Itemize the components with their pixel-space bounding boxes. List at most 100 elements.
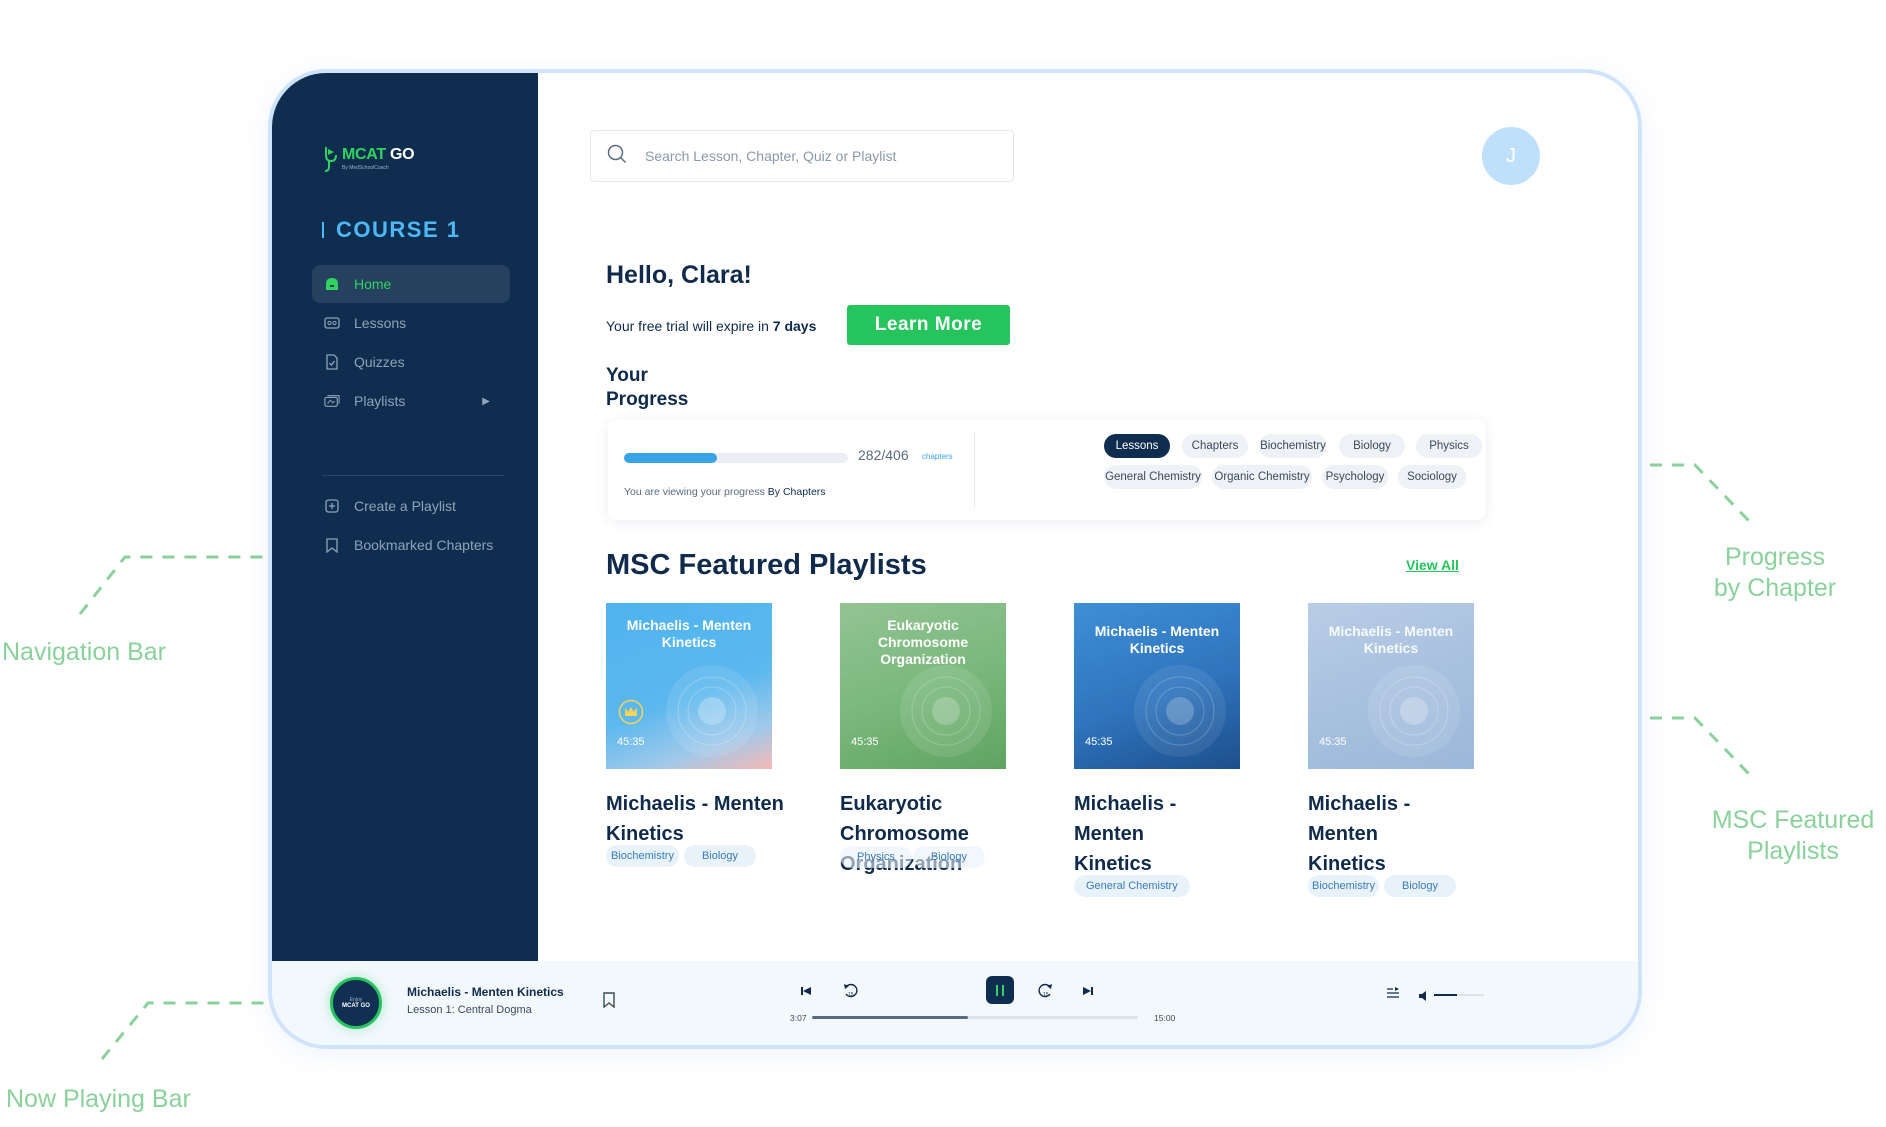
playlist-duration: 45:35 [851, 736, 879, 748]
rewind-seconds: 15 [848, 992, 854, 998]
fast-forward-icon[interactable]: 15 [1036, 981, 1054, 1004]
home-icon [324, 276, 340, 292]
playlist-card[interactable]: Michaelis - Menten Kinetics 45:35 Michae… [1308, 603, 1494, 897]
search-bar [590, 130, 1014, 182]
plus-square-icon [324, 498, 340, 514]
disc-graphic-icon [666, 665, 758, 757]
disc-graphic-icon [1368, 665, 1460, 757]
filter-chip-biology[interactable]: Biology [1339, 434, 1405, 458]
now-playing-artwork[interactable]: Enjoy MCAT GO [330, 977, 382, 1029]
app-logo[interactable]: MCAT GO By MedSchoolCoach [322, 145, 415, 172]
progress-unit: chapters [922, 452, 953, 461]
playlist-thumbnail[interactable]: Eukaryotic Chromosome Organization 45:35 [840, 603, 1006, 769]
playlist-tags: General Chemistry [1074, 875, 1260, 897]
playlist-thumbnail-title: Michaelis - Menten Kinetics [1094, 623, 1220, 656]
playlist-card[interactable]: Michaelis - Menten Kinetics 45:35 Michae… [606, 603, 792, 867]
playlist-card[interactable]: Eukaryotic Chromosome Organization 45:35… [840, 603, 1026, 879]
sidebar-item-quizzes[interactable]: Quizzes [312, 343, 510, 381]
playlist-tag[interactable]: General Chemistry [1074, 875, 1190, 897]
sidebar-item-playlists[interactable]: Playlists ▶ [312, 382, 510, 420]
total-time: 15:00 [1154, 1013, 1176, 1023]
next-track-icon[interactable] [1082, 984, 1094, 1002]
queue-list-icon[interactable] [1386, 986, 1400, 1004]
progress-divider [974, 432, 975, 508]
sidebar-divider [322, 475, 504, 476]
annotation-navigation-bar: Navigation Bar [2, 638, 166, 666]
progress-count: 282/406 [858, 447, 909, 463]
filter-chip-lessons[interactable]: Lessons [1104, 434, 1170, 458]
pause-button[interactable] [986, 976, 1014, 1004]
search-input[interactable] [645, 148, 975, 164]
now-playing-bar: Enjoy MCAT GO Michaelis - Menten Kinetic… [272, 961, 1638, 1045]
bookmark-icon[interactable] [602, 992, 616, 1013]
playlist-name[interactable]: Michaelis - Menten Kinetics [1308, 789, 1458, 879]
now-playing-subtitle: Lesson 1: Central Dogma [407, 1004, 532, 1016]
playlist-tag[interactable]: Physics [840, 846, 912, 868]
rewind-icon[interactable]: 15 [842, 981, 860, 1004]
previous-track-icon[interactable] [800, 984, 812, 1002]
sidebar-item-label: Home [354, 276, 392, 292]
disc-graphic-icon [900, 665, 992, 757]
sidebar-item-label: Create a Playlist [354, 498, 456, 514]
progress-view-note: You are viewing your progress By Chapter… [624, 486, 826, 498]
filter-chip-psychology[interactable]: Psychology [1322, 465, 1388, 489]
annotation-now-playing-bar: Now Playing Bar [6, 1085, 191, 1113]
navigation-sidebar: MCAT GO By MedSchoolCoach COURSE 1 Home … [272, 73, 538, 961]
volume-icon[interactable] [1418, 989, 1430, 1007]
logo-wordmark: MCAT GO [342, 145, 415, 163]
sidebar-item-bookmarked-chapters[interactable]: Bookmarked Chapters [312, 526, 510, 564]
premium-crown-icon [618, 699, 644, 730]
user-avatar[interactable]: J [1482, 127, 1540, 185]
caret-right-icon: ▶ [482, 395, 490, 407]
forward-seconds: 15 [1043, 992, 1049, 998]
view-all-link[interactable]: View All [1406, 557, 1459, 573]
annotation-featured-playlists: MSC Featured Playlists [1711, 806, 1875, 865]
filter-chip-physics[interactable]: Physics [1416, 434, 1482, 458]
playlist-thumbnail[interactable]: Michaelis - Menten Kinetics 45:35 [1308, 603, 1474, 769]
playlist-tag[interactable]: Biochemistry [1308, 875, 1379, 897]
learn-more-button[interactable]: Learn More [847, 305, 1010, 345]
playlist-name[interactable]: Michaelis - Menten Kinetics [606, 789, 796, 849]
elapsed-time: 3:07 [790, 1013, 807, 1023]
playlist-tag[interactable]: Biology [1383, 875, 1457, 897]
playlist-tag[interactable]: Biochemistry [606, 845, 679, 867]
playlist-tags: Biochemistry Biology [1308, 875, 1494, 897]
playlist-icon [324, 393, 340, 409]
filter-chip-chapters[interactable]: Chapters [1182, 434, 1248, 458]
playlist-thumbnail-title: Michaelis - Menten Kinetics [1328, 623, 1454, 656]
playlist-thumbnail[interactable]: Michaelis - Menten Kinetics 45:35 [1074, 603, 1240, 769]
logo-stethoscope-icon [322, 145, 338, 172]
sidebar-item-lessons[interactable]: Lessons [312, 304, 510, 342]
sidebar-item-label: Bookmarked Chapters [354, 537, 494, 553]
playlist-name[interactable]: Michaelis - Menten Kinetics [1074, 789, 1224, 879]
progress-heading: Your Progress [606, 365, 689, 410]
playlist-thumbnail[interactable]: Michaelis - Menten Kinetics 45:35 [606, 603, 772, 769]
trial-notice: Your free trial will expire in 7 days [606, 318, 817, 334]
playlist-tag[interactable]: Biology [683, 845, 757, 867]
playlist-card[interactable]: Michaelis - Menten Kinetics 45:35 Michae… [1074, 603, 1260, 897]
trial-days: 7 days [772, 318, 817, 334]
filter-chip-organic-chemistry[interactable]: Organic Chemistry [1212, 465, 1312, 489]
filter-chip-general-chemistry[interactable]: General Chemistry [1104, 465, 1202, 489]
sidebar-item-home[interactable]: Home [312, 265, 510, 303]
volume-slider[interactable] [1434, 994, 1484, 996]
search-icon[interactable] [607, 144, 627, 169]
progress-bar [624, 453, 848, 463]
now-playing-title[interactable]: Michaelis - Menten Kinetics [407, 985, 564, 999]
playlist-duration: 45:35 [1319, 736, 1347, 748]
quiz-icon [324, 354, 340, 370]
annotation-progress-by-chapter: Progress by Chapter [1713, 543, 1837, 602]
filter-chip-biochemistry[interactable]: Biochemistry [1259, 434, 1327, 458]
filter-chip-sociology[interactable]: Sociology [1398, 465, 1466, 489]
progress-bar-fill [624, 453, 718, 463]
app-window: MCAT GO By MedSchoolCoach COURSE 1 Home … [268, 69, 1642, 1049]
sidebar-item-label: Quizzes [354, 354, 405, 370]
playlist-tag[interactable]: Biology [912, 846, 985, 868]
disc-graphic-icon [1134, 665, 1226, 757]
playlist-thumbnail-title: Eukaryotic Chromosome Organization [877, 617, 969, 667]
bookmark-icon [324, 537, 340, 553]
sidebar-item-create-playlist[interactable]: Create a Playlist [312, 487, 510, 525]
seek-bar[interactable] [812, 1016, 1138, 1019]
playlist-duration: 45:35 [617, 736, 645, 748]
course-title: COURSE 1 [322, 217, 460, 243]
